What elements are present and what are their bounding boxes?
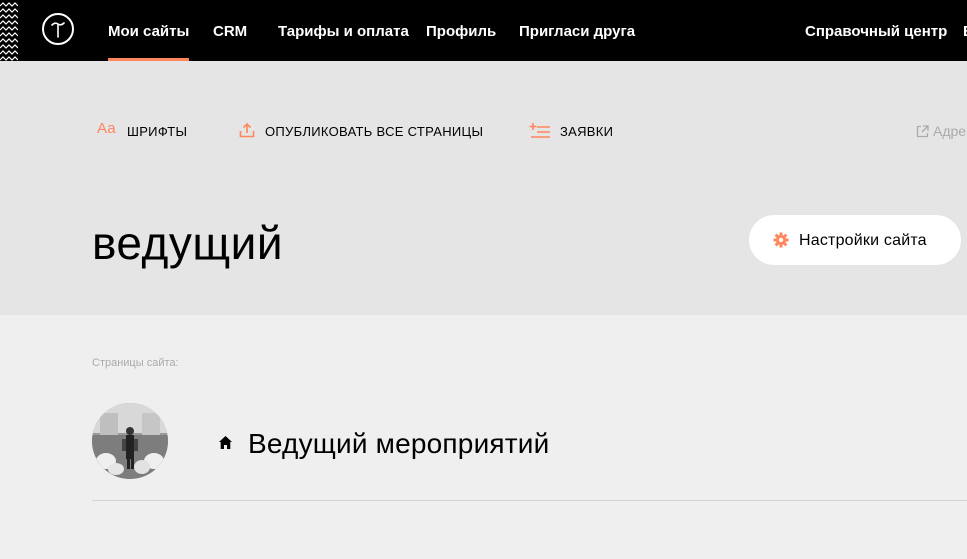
nav-invite-friend[interactable]: Пригласи друга [519, 0, 635, 61]
top-navigation-bar: Мои сайты CRM Тарифы и оплата Профиль Пр… [0, 0, 967, 61]
tilda-logo-icon [51, 22, 65, 38]
pages-section-label: Страницы сайта: [92, 357, 179, 369]
page-thumbnail-image [92, 403, 168, 479]
list-add-icon [529, 123, 550, 138]
site-header: Aa ШРИФТЫ ОПУБЛИКОВАТЬ ВСЕ СТРАНИЦЫ ЗАЯВ… [0, 61, 967, 315]
fonts-icon: Aa [97, 120, 116, 137]
nav-crm[interactable]: CRM [213, 0, 247, 61]
gear-icon [773, 232, 789, 248]
upload-icon [239, 122, 255, 138]
external-link-icon [916, 125, 929, 138]
requests-label: ЗАЯВКИ [560, 124, 614, 139]
nav-help-center[interactable]: Справочный центр [805, 0, 947, 61]
page-list-item[interactable]: Ведущий мероприятий [92, 400, 967, 501]
site-title: ведущий [92, 217, 284, 269]
page-title[interactable]: Ведущий мероприятий [248, 424, 549, 464]
site-settings-label: Настройки сайта [799, 232, 927, 249]
home-icon [219, 436, 232, 449]
nav-profile[interactable]: Профиль [426, 0, 496, 61]
page-thumbnail[interactable] [92, 403, 168, 479]
nav-item-cut-off[interactable]: Е [963, 0, 967, 61]
site-address-label: Адре [933, 123, 967, 139]
zigzag-pattern-icon [0, 2, 18, 61]
nav-tariffs[interactable]: Тарифы и оплата [278, 0, 409, 61]
publish-all-label: ОПУБЛИКОВАТЬ ВСЕ СТРАНИЦЫ [265, 124, 484, 139]
tilda-logo[interactable] [42, 13, 74, 45]
nav-my-sites[interactable]: Мои сайты [108, 0, 190, 61]
fonts-label: ШРИФТЫ [127, 124, 188, 139]
site-settings-button[interactable]: Настройки сайта [749, 215, 961, 265]
